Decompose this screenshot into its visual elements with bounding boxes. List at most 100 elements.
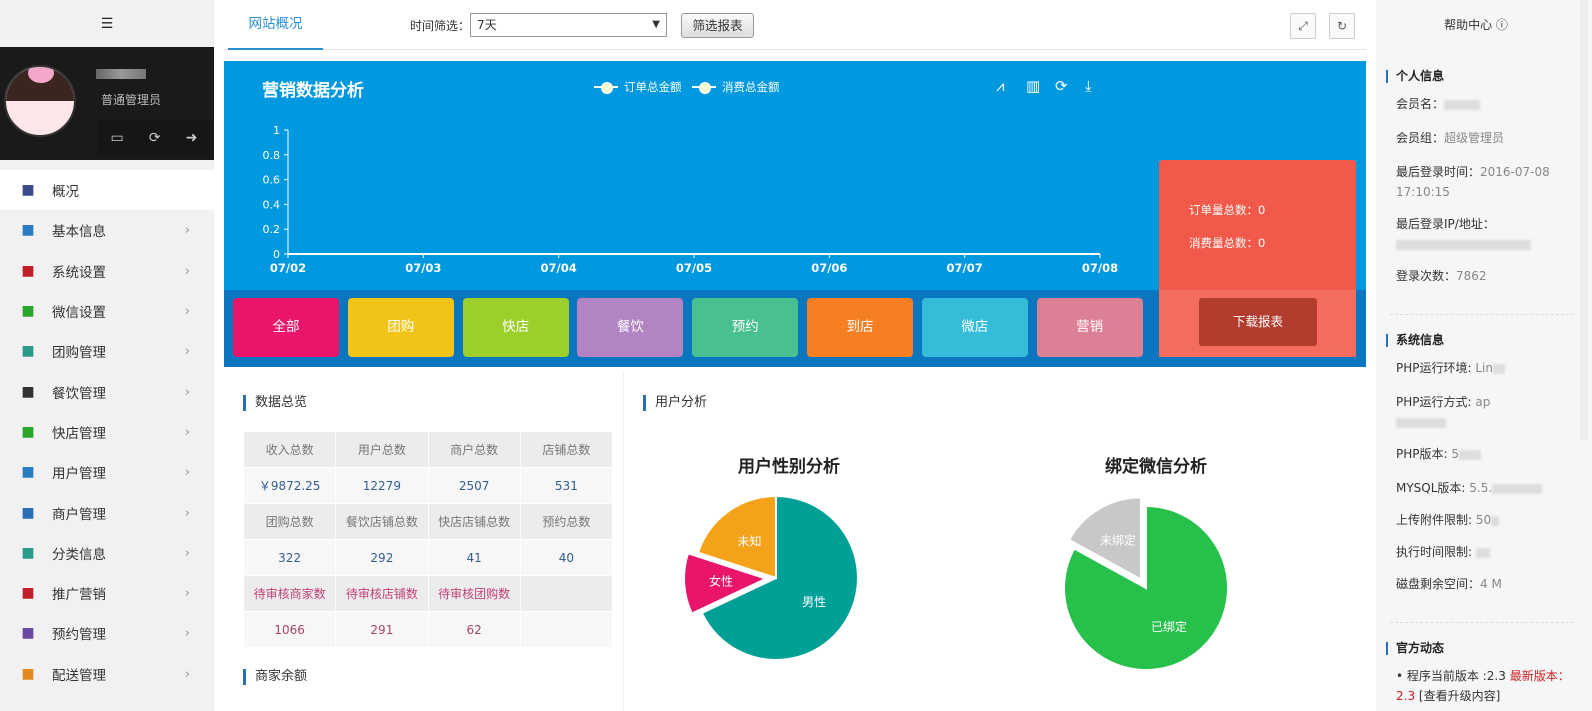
avatar xyxy=(4,65,76,137)
sidebar-item-label: 微信设置 xyxy=(52,305,106,322)
pie-label: 男性 xyxy=(802,595,826,609)
mysql-version: MYSQL版本: 5.5. xyxy=(1396,478,1576,498)
sidebar-item-label: 系统设置 xyxy=(52,264,106,281)
category-tile[interactable]: 快店 xyxy=(462,298,569,357)
exec-time-limit: 执行时间限制: xyxy=(1396,542,1576,562)
disk-free-space: 磁盘剩余空间：4 M xyxy=(1396,577,1502,591)
chevron-right-icon: › xyxy=(184,665,190,682)
x-tick-label: 07/06 xyxy=(811,261,847,275)
help-icon: ⓘ xyxy=(1495,18,1508,32)
x-tick-label: 07/05 xyxy=(676,261,712,275)
category-tile[interactable]: 团购 xyxy=(347,298,454,357)
table-row: 团购总数 餐饮店铺总数 快店店铺总数 预约总数 xyxy=(244,504,612,539)
sidebar-item-7[interactable]: ■ 用户管理 › xyxy=(0,452,214,492)
y-tick-label: 0.6 xyxy=(263,174,281,187)
gender-pie-title: 用户性别分析 xyxy=(738,457,840,477)
sidebar-item-label: 预约管理 xyxy=(52,627,106,644)
sidebar-item-label: 用户管理 xyxy=(52,466,106,483)
table-cell: 12279 xyxy=(336,468,428,503)
table-cell: 322 xyxy=(244,540,336,575)
php-version: PHP版本: 5 xyxy=(1396,444,1576,464)
help-center-link[interactable]: 帮助中心 ⓘ xyxy=(1376,0,1576,50)
menu-toggle-icon[interactable]: ☰ xyxy=(0,0,214,47)
last-login-ip: 最后登录IP/地址： xyxy=(1396,214,1576,254)
sidebar-item-label: 团购管理 xyxy=(52,345,106,362)
member-name: 会员名： xyxy=(1396,94,1576,114)
chevron-right-icon: › xyxy=(184,585,190,602)
fullscreen-icon[interactable]: ⤢ xyxy=(1290,13,1316,39)
line-chart-icon: ■ xyxy=(21,182,35,199)
upload-limit: 上传附件限制: 50 xyxy=(1396,510,1576,530)
section-user-analysis: 用户分析 xyxy=(643,395,707,411)
sidebar-item-label: 配送管理 xyxy=(52,667,106,684)
table-cell xyxy=(520,612,612,647)
x-tick-label: 07/07 xyxy=(947,261,983,275)
user-profile: 普通管理员 ▭ ⟳ ➜ xyxy=(0,47,214,160)
sidebar-item-0[interactable]: ■ 概况 xyxy=(0,170,214,211)
consume-total-count: 消费量总数：0 xyxy=(1189,236,1266,250)
table-cell: 2507 xyxy=(428,468,520,503)
table-cell: 41 xyxy=(428,540,520,575)
user-role: 普通管理员 xyxy=(101,93,162,107)
download-report-button[interactable]: 下载报表 xyxy=(1199,298,1317,346)
sidebar-item-9[interactable]: ■ 分类信息 › xyxy=(0,533,214,573)
chevron-right-icon: › xyxy=(184,222,190,239)
sidebar-item-label: 商户管理 xyxy=(52,506,106,523)
sidebar-item-label: 基本信息 xyxy=(52,224,106,241)
chevron-right-icon: › xyxy=(184,625,190,642)
sidebar-item-1[interactable]: ■ 基本信息 › xyxy=(0,210,214,250)
sidebar-item-11[interactable]: ■ 预约管理 › xyxy=(0,613,214,653)
time-filter-select[interactable]: 7天 ▼ xyxy=(470,13,667,37)
right-panel: 帮助中心 ⓘ 个人信息 会员名： 会员组：超级管理员 最后登录时间：2016-0… xyxy=(1376,0,1592,711)
category-tile[interactable]: 到店 xyxy=(807,298,913,357)
x-tick-label: 07/04 xyxy=(541,261,577,275)
sidebar-item-12[interactable]: ■ 配送管理 › xyxy=(0,654,214,694)
category-tile[interactable]: 预约 xyxy=(692,298,799,357)
cloud-icon: ■ xyxy=(21,504,35,521)
dropdown-arrow-icon: ▼ xyxy=(652,19,660,30)
sidebar-item-4[interactable]: ■ 团购管理 › xyxy=(0,331,214,371)
sidebar-item-6[interactable]: ■ 快店管理 › xyxy=(0,412,214,452)
upgrade-link[interactable]: [查看升级内容] xyxy=(1419,689,1500,703)
x-tick-label: 07/03 xyxy=(405,261,441,275)
line-chart: 1 0.8 0.6 0.4 0.2 007/02 07/03 07/04 07/05 07/06 0… xyxy=(263,124,1119,275)
sidebar-item-5[interactable]: ■ 餐饮管理 › xyxy=(0,371,214,411)
sidebar-item-2[interactable]: ■ 系统设置 › xyxy=(0,251,214,291)
tab-site-overview[interactable]: 网站概况 xyxy=(228,0,323,50)
category-tile[interactable]: 全部 xyxy=(233,298,339,357)
list-icon: ■ xyxy=(21,544,35,561)
chevron-right-icon: › xyxy=(184,504,190,521)
category-tile[interactable]: 营销 xyxy=(1036,298,1143,357)
scrollbar[interactable] xyxy=(1580,0,1588,440)
filter-report-button[interactable]: 筛选报表 xyxy=(681,13,754,38)
category-tile[interactable]: 微店 xyxy=(921,298,1028,357)
truck-icon: ■ xyxy=(21,665,35,682)
table-cell: 店铺总数 xyxy=(520,432,612,467)
refresh-icon[interactable]: ↻ xyxy=(1329,13,1355,39)
refresh-icon[interactable]: ⟳ xyxy=(149,130,161,146)
monitor-icon[interactable]: ▭ xyxy=(111,130,124,146)
server-icon: ■ xyxy=(21,222,35,239)
main-content: 网站概况 时间筛选： 7天 ▼ 筛选报表 ⤢ ↻ 营销数据分析 订单总金额 消费总… xyxy=(224,0,1366,711)
sidebar-item-8[interactable]: ■ 商户管理 › xyxy=(0,492,214,532)
table-cell xyxy=(520,576,612,611)
table-cell: 40 xyxy=(520,540,612,575)
table-cell: 快店店铺总数 xyxy=(428,504,520,539)
sidebar-item-10[interactable]: ■ 推广营销 › xyxy=(0,573,214,613)
x-tick-label: 07/02 xyxy=(270,261,306,275)
bicycle-icon: ■ xyxy=(21,625,35,642)
table-cell: 用户总数 xyxy=(336,432,428,467)
wechat-pie-chart: 已绑定 未绑定 xyxy=(1064,496,1229,670)
sidebar-item-3[interactable]: ■ 微信设置 › xyxy=(0,291,214,331)
table-cell: 预约总数 xyxy=(520,504,612,539)
time-filter-value: 7天 xyxy=(477,18,497,32)
y-tick-label: 1 xyxy=(273,124,280,137)
username-blurred xyxy=(96,69,146,79)
y-tick-label: 0.8 xyxy=(263,149,281,162)
y-tick-label: 0.2 xyxy=(263,223,281,236)
chevron-right-icon: › xyxy=(184,343,190,360)
category-tile[interactable]: 餐饮 xyxy=(577,298,684,357)
chevron-right-icon: › xyxy=(184,544,190,561)
logout-icon[interactable]: ➜ xyxy=(186,130,198,146)
section-system-info: 系统信息 xyxy=(1386,334,1444,347)
